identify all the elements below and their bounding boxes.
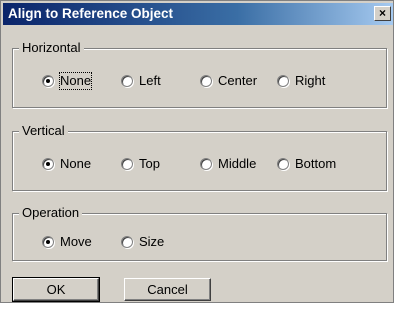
radio-vertical-top-label: Top <box>139 156 160 171</box>
radio-vertical-middle-label: Middle <box>218 156 257 171</box>
radio-horizontal-none[interactable]: None <box>42 72 93 90</box>
operation-group: Operation Move Size <box>12 205 387 261</box>
close-button[interactable]: × <box>374 6 391 21</box>
radio-indicator <box>121 158 133 170</box>
radio-indicator <box>200 158 212 170</box>
radio-horizontal-center[interactable]: Center <box>200 73 257 89</box>
radio-horizontal-right[interactable]: Right <box>277 73 325 89</box>
radio-indicator <box>200 75 212 87</box>
title-bar[interactable]: Align to Reference Object × <box>3 3 393 25</box>
radio-horizontal-left[interactable]: Left <box>121 73 161 89</box>
vertical-group: Vertical None Top Middle Bottom <box>12 123 387 191</box>
radio-indicator <box>277 75 289 87</box>
vertical-group-label: Vertical <box>19 123 68 139</box>
cancel-button[interactable]: Cancel <box>124 278 211 301</box>
radio-vertical-bottom[interactable]: Bottom <box>277 156 336 172</box>
horizontal-group: Horizontal None Left Center Right <box>12 40 387 108</box>
radio-vertical-top[interactable]: Top <box>121 156 160 172</box>
radio-horizontal-right-label: Right <box>295 73 326 88</box>
radio-horizontal-center-label: Center <box>218 73 258 88</box>
radio-indicator <box>121 75 133 87</box>
radio-operation-size-label: Size <box>139 234 165 249</box>
radio-indicator-checked <box>42 75 54 87</box>
close-icon: × <box>378 6 386 20</box>
radio-operation-size[interactable]: Size <box>121 234 164 250</box>
radio-operation-move[interactable]: Move <box>42 234 92 250</box>
radio-vertical-none-label: None <box>60 156 92 171</box>
radio-indicator <box>277 158 289 170</box>
radio-vertical-bottom-label: Bottom <box>295 156 337 171</box>
radio-indicator-checked <box>42 158 54 170</box>
align-dialog: Align to Reference Object × Horizontal N… <box>0 0 394 303</box>
ok-button[interactable]: OK <box>12 277 100 302</box>
radio-horizontal-none-label: None <box>58 72 93 90</box>
radio-vertical-middle[interactable]: Middle <box>200 156 256 172</box>
operation-group-label: Operation <box>19 205 83 221</box>
horizontal-group-label: Horizontal <box>19 40 84 56</box>
radio-vertical-none[interactable]: None <box>42 156 91 172</box>
window-title: Align to Reference Object <box>8 6 174 21</box>
radio-indicator <box>121 236 133 248</box>
radio-operation-move-label: Move <box>60 234 92 249</box>
radio-horizontal-left-label: Left <box>139 73 161 88</box>
radio-indicator-checked <box>42 236 54 248</box>
